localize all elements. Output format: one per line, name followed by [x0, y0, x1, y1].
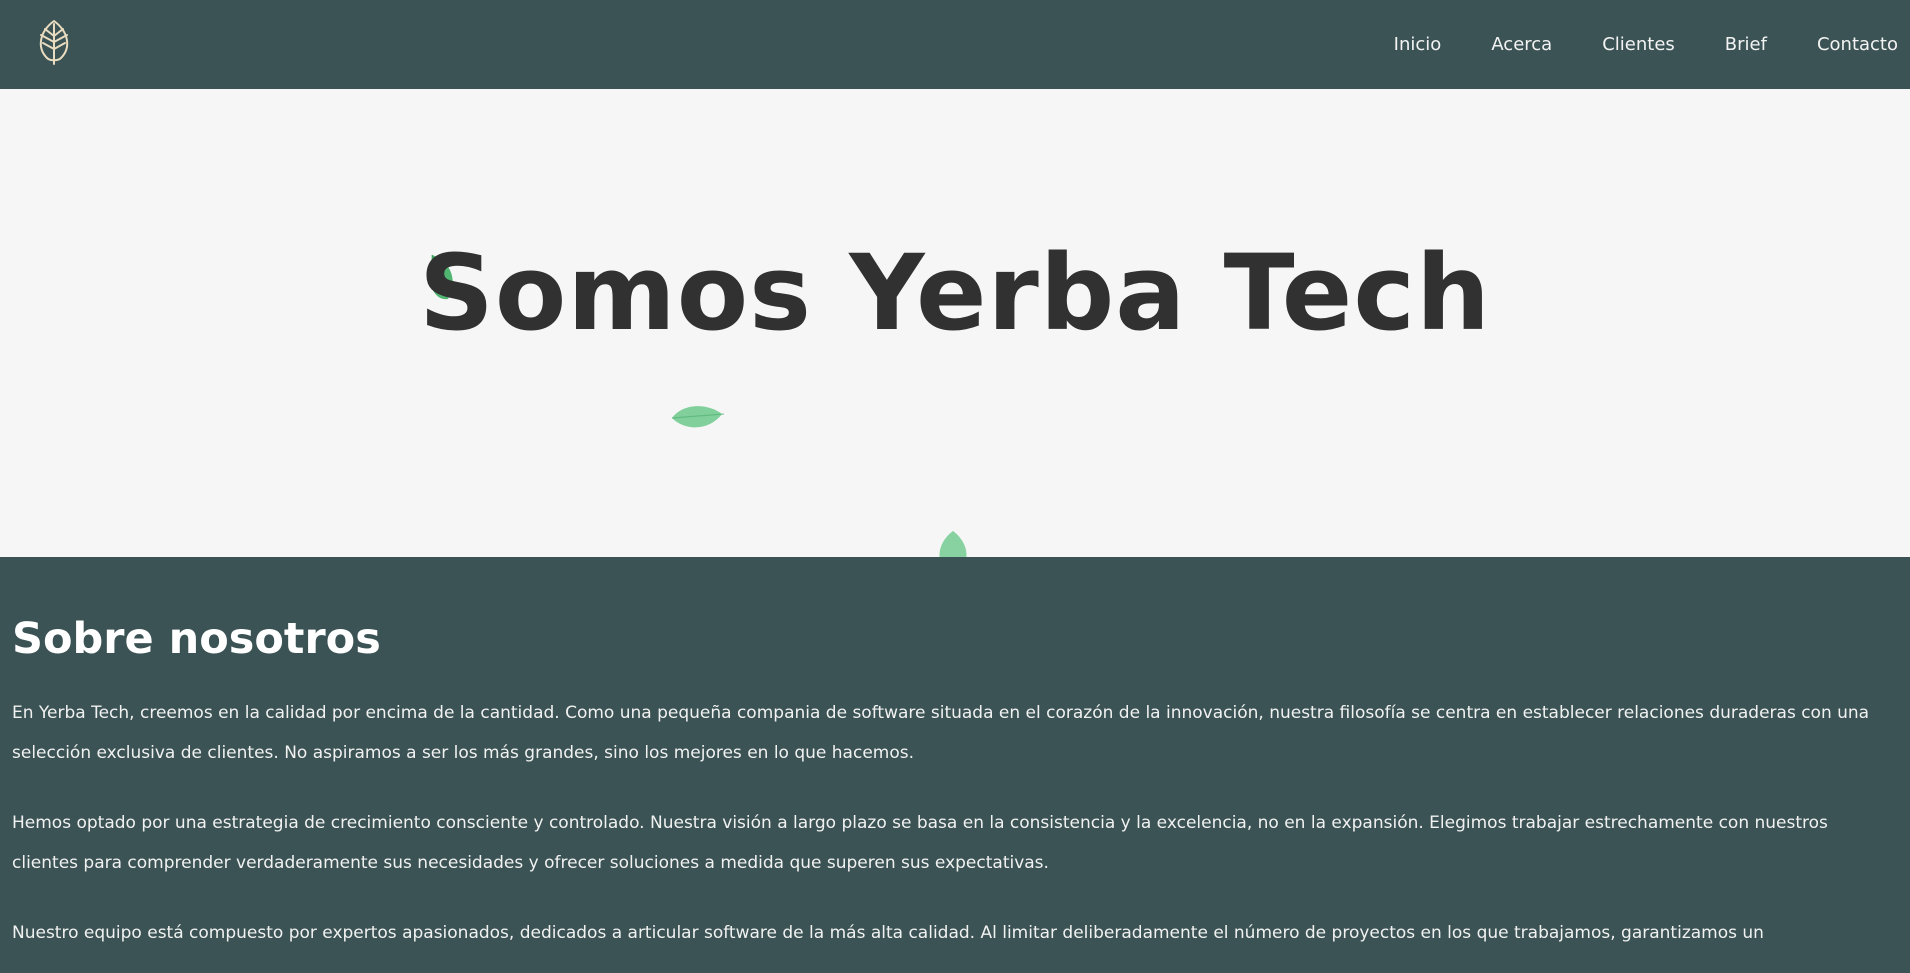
hero-title: Somos Yerba Tech: [418, 232, 1492, 354]
nav-link-clientes[interactable]: Clientes: [1602, 34, 1675, 55]
about-paragraph-1: En Yerba Tech, creemos en la calidad por…: [12, 703, 1870, 764]
falling-leaf-icon: [671, 406, 725, 428]
nav-link-acerca[interactable]: Acerca: [1491, 34, 1552, 55]
about-paragraph-2: Hemos optado por una estrategia de creci…: [12, 813, 1828, 874]
nav-link-brief[interactable]: Brief: [1725, 34, 1767, 55]
about-section: Sobre nosotros En Yerba Tech, creemos en…: [0, 557, 1910, 973]
nav-link-inicio[interactable]: Inicio: [1394, 34, 1442, 55]
leaf-logo-icon[interactable]: [33, 18, 75, 66]
about-paragraph-3: Nuestro equipo está compuesto por expert…: [12, 923, 1764, 944]
nav-link-contacto[interactable]: Contacto: [1817, 34, 1898, 55]
hero-section: Somos Yerba Tech: [0, 89, 1910, 557]
navbar: Inicio Acerca Clientes Brief Contacto: [0, 0, 1910, 89]
falling-leaf-icon: [939, 531, 967, 557]
about-title: Sobre nosotros: [12, 614, 381, 664]
main-navigation: Inicio Acerca Clientes Brief Contacto: [1344, 0, 1898, 89]
